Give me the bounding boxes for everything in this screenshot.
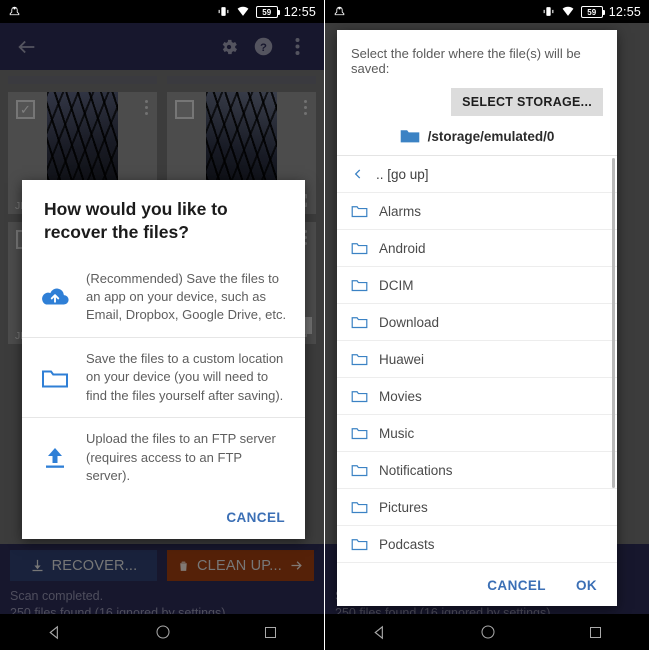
folder-name: DCIM: [379, 277, 414, 293]
folder-icon: [351, 391, 368, 403]
folder-picker-actions: CANCEL OK: [337, 565, 617, 606]
status-bar-right-icons: 59 12:55: [217, 5, 316, 19]
folder-icon: [38, 366, 72, 389]
list-item[interactable]: Alarms: [337, 193, 617, 230]
nav-bar: [0, 614, 324, 650]
vibrate-icon: [543, 7, 554, 16]
go-up-label: .. [go up]: [376, 166, 429, 182]
folder-icon: [351, 280, 368, 292]
list-item[interactable]: Android: [337, 230, 617, 267]
nav-home-icon[interactable]: [480, 624, 496, 640]
option-save-to-app[interactable]: (Recommended) Save the files to an app o…: [22, 258, 305, 337]
folder-icon: [351, 243, 368, 255]
option-ftp-upload[interactable]: Upload the files to an FTP server (requi…: [22, 417, 305, 497]
folder-picker-dialog: Select the folder where the file(s) will…: [337, 30, 617, 606]
folder-filled-icon: [400, 130, 419, 143]
dialog-actions: CANCEL: [22, 498, 305, 539]
folder-icon: [351, 428, 368, 440]
nav-bar: [325, 614, 649, 650]
nav-recents-icon[interactable]: [263, 625, 278, 640]
nav-recents-icon[interactable]: [588, 625, 603, 640]
option-ftp-upload-label: Upload the files to an FTP server (requi…: [86, 431, 276, 484]
list-item-go-up[interactable]: .. [go up]: [337, 156, 617, 193]
select-storage-row: SELECT STORAGE...: [351, 88, 603, 116]
dual-screenshot: 59 12:55 ? ✓ JPG: [0, 0, 649, 650]
list-item[interactable]: Notifications: [337, 452, 617, 489]
folder-icon: [351, 539, 368, 551]
wifi-icon: [562, 6, 574, 16]
nav-home-icon[interactable]: [155, 624, 171, 640]
folder-name: Notifications: [379, 462, 453, 478]
dialog-title: How would you like to recover the files?: [44, 199, 228, 242]
folder-picker-label: Select the folder where the file(s) will…: [351, 46, 581, 76]
list-item[interactable]: Podcasts: [337, 526, 617, 563]
folder-icon: [351, 206, 368, 218]
list-item[interactable]: Movies: [337, 378, 617, 415]
folder-name: Huawei: [379, 351, 425, 367]
cancel-button[interactable]: CANCEL: [226, 510, 285, 525]
left-phone-screen: 59 12:55 ? ✓ JPG: [0, 0, 324, 650]
clock: 12:55: [283, 4, 316, 19]
option-custom-location-label: Save the files to a custom location on y…: [86, 350, 284, 403]
folder-name: Podcasts: [379, 536, 435, 552]
folder-icon: [351, 465, 368, 477]
wifi-icon: [237, 6, 249, 16]
nav-back-icon[interactable]: [46, 624, 63, 641]
upload-icon: [38, 446, 72, 470]
folder-icon: [351, 502, 368, 514]
clock: 12:55: [608, 4, 641, 19]
current-path-row: /storage/emulated/0: [337, 116, 617, 155]
list-item[interactable]: Music: [337, 415, 617, 452]
status-bar: 59 12:55: [0, 0, 324, 23]
list-item[interactable]: DCIM: [337, 267, 617, 304]
status-bar: 59 12:55: [325, 0, 649, 23]
select-storage-button[interactable]: SELECT STORAGE...: [451, 88, 603, 116]
current-path-label: /storage/emulated/0: [427, 128, 555, 144]
list-item[interactable]: Huawei: [337, 341, 617, 378]
folder-name: Download: [379, 314, 440, 330]
folder-icon: [351, 354, 368, 366]
chevron-left-icon: [354, 169, 361, 179]
option-save-to-app-label: (Recommended) Save the files to an app o…: [86, 270, 287, 323]
folder-name: Pictures: [379, 499, 428, 515]
option-custom-location[interactable]: Save the files to a custom location on y…: [22, 336, 305, 417]
list-item[interactable]: Download: [337, 304, 617, 341]
folder-name: Alarms: [379, 203, 422, 219]
folder-name: Android: [379, 240, 426, 256]
status-bar-left-icons: [333, 5, 346, 18]
nav-back-icon[interactable]: [371, 624, 388, 641]
folder-icon: [351, 317, 368, 329]
folder-name: Movies: [379, 388, 422, 404]
list-item[interactable]: Pictures: [337, 489, 617, 526]
folder-list[interactable]: .. [go up] Alarms Android DCIM Download: [337, 155, 617, 565]
battery-indicator: 59: [255, 5, 280, 18]
folder-name: Music: [379, 425, 415, 441]
folder-picker-header: Select the folder where the file(s) will…: [337, 30, 617, 116]
cloud-upload-icon: [38, 285, 72, 309]
right-phone-screen: 59 12:55 Scan completed. 250 files found…: [324, 0, 649, 650]
ok-button[interactable]: OK: [576, 578, 597, 593]
status-bar-right-icons: 59 12:55: [542, 5, 641, 19]
scrollbar[interactable]: [612, 158, 615, 488]
notification-icon: [334, 6, 345, 16]
notification-icon: [9, 6, 20, 16]
cancel-button[interactable]: CANCEL: [487, 578, 546, 593]
recover-method-dialog: How would you like to recover the files?…: [22, 180, 305, 539]
vibrate-icon: [218, 7, 229, 16]
battery-indicator: 59: [580, 5, 605, 18]
status-bar-left-icons: [8, 5, 21, 18]
